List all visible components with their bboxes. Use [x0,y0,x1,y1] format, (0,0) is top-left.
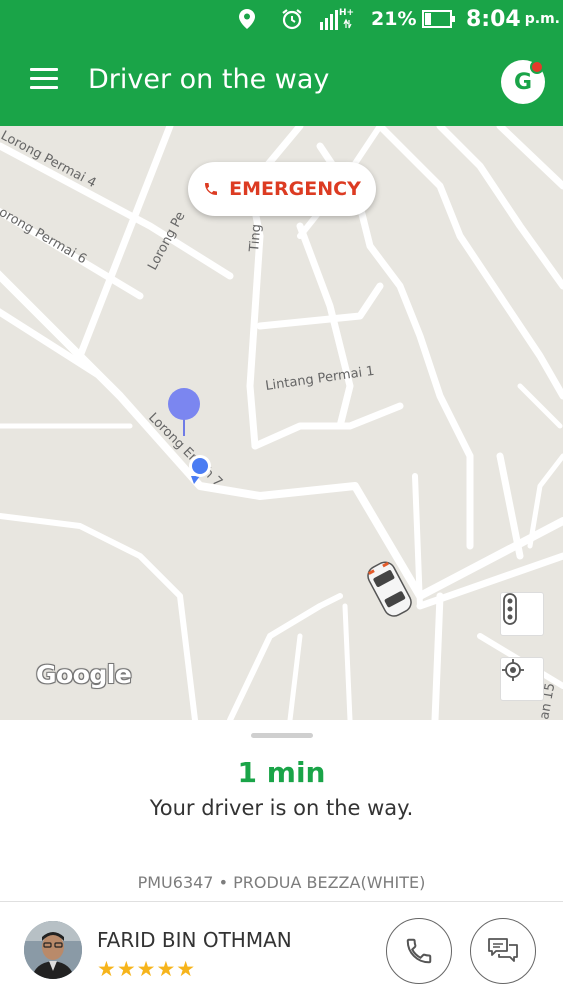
clock-ampm: p.m. [524,11,560,27]
street-label: Lorong Permai 4 [0,128,99,191]
driver-avatar[interactable] [24,921,82,979]
vehicle-info: PMU6347 • PRODUA BEZZA(WHITE) [137,873,426,892]
grab-logo-letter: G [513,69,533,95]
phone-icon [406,938,432,964]
notification-dot [530,60,544,74]
trip-sheet: 1 min Your driver is on the way. PMU6347… [0,720,563,1000]
clock: 8:04 p.m. [466,0,560,38]
divider [0,901,563,902]
app-bar: Driver on the way G [0,38,563,126]
drag-handle[interactable] [251,733,313,738]
driver-name: FARID BIN OTHMAN [97,928,292,952]
phone-icon [205,183,218,195]
street-label: Lorong Emah 7 [145,410,225,490]
menu-button[interactable] [30,68,58,94]
emergency-label: EMERGENCY [229,178,361,200]
hamburger-line [30,86,58,89]
status-bar: H+ 21% 8:04 p.m. [0,0,563,38]
street-label: Lorong Permai 6 [0,201,89,267]
signal-icon: H+ [318,0,354,38]
street-label: Lintang Permai 1 [264,364,375,394]
emergency-button[interactable]: EMERGENCY [188,162,376,216]
eta-time: 1 min [237,756,326,789]
crosshair-icon [502,659,524,681]
location-icon [238,0,256,38]
hamburger-line [30,77,58,80]
recenter-button[interactable] [500,657,544,701]
street-label: Ting [247,223,264,253]
driver-photo-icon [24,921,82,979]
traffic-toggle-button[interactable] [500,592,544,636]
hamburger-icon [30,68,58,71]
battery-percent: 21% [371,8,417,30]
driver-rating: ★★★★★ [97,958,197,981]
network-type: H+ [339,8,354,18]
page-title: Driver on the way [88,64,330,95]
battery-icon [422,0,456,38]
chat-driver-button[interactable] [470,918,536,984]
call-driver-button[interactable] [386,918,452,984]
traffic-light-icon [503,593,517,625]
clock-time: 8:04 [466,6,521,32]
alarm-icon [280,0,304,38]
chat-icon [488,938,518,962]
eta-message: Your driver is on the way. [149,796,414,820]
street-label: Lorong Pe [145,209,188,273]
google-attribution: Google [36,660,132,689]
